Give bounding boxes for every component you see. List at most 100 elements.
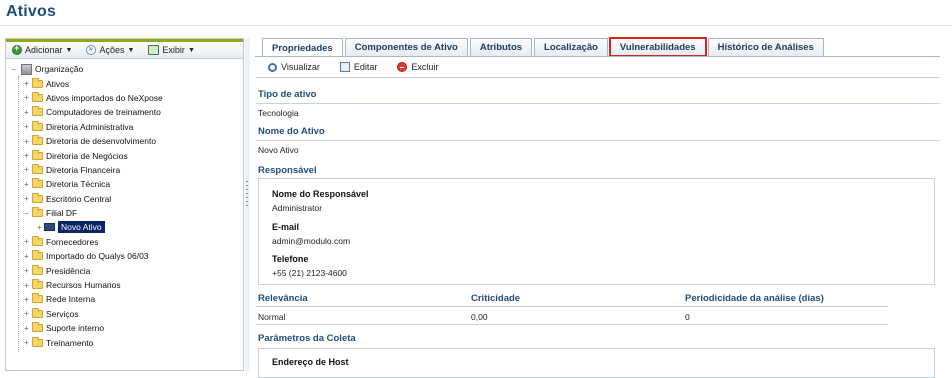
expand-icon[interactable]: +	[22, 324, 31, 333]
expand-icon[interactable]: +	[22, 108, 31, 117]
folder-icon	[32, 135, 43, 146]
view-icon	[148, 45, 160, 55]
tree-node[interactable]: + Suporte interno	[6, 321, 243, 335]
tree-node[interactable]: + Recursos Humanos	[6, 278, 243, 292]
delete-button[interactable]: Excluir	[397, 62, 438, 72]
tree-node-label: Diretoria de desenvolvimento	[46, 136, 157, 147]
expand-icon[interactable]: +	[22, 79, 31, 88]
collapse-icon[interactable]: −	[22, 209, 31, 218]
splitter-grip-icon[interactable]	[246, 181, 248, 209]
section-divider	[256, 103, 940, 104]
asset-tree: − Organização + Ativos + Ativos importados…	[6, 62, 243, 352]
tree-node[interactable]: + Presidência	[6, 263, 243, 277]
add-menu-button[interactable]: Adicionar ▼	[12, 43, 73, 55]
folder-icon	[32, 192, 43, 203]
tree-node-selected[interactable]: + Novo Ativo	[6, 220, 243, 234]
tab-componentes-de-ativo[interactable]: Componentes de Ativo	[344, 38, 468, 56]
tree-node-filial-df[interactable]: − Filial DF	[6, 206, 243, 220]
expand-icon[interactable]: +	[35, 223, 44, 232]
view-menu-button[interactable]: Exibir ▼	[148, 45, 195, 55]
expand-icon[interactable]: +	[22, 281, 31, 290]
actions-icon	[86, 44, 97, 55]
organization-icon	[21, 63, 32, 75]
tree-node[interactable]: + Diretoria de desenvolvimento	[6, 134, 243, 148]
tree-node-label: Suporte interno	[46, 323, 105, 334]
expand-icon[interactable]: +	[22, 137, 31, 146]
folder-icon	[32, 77, 43, 88]
email-label: E-mail	[272, 222, 300, 232]
collection-heading: Parâmetros da Coleta	[258, 333, 356, 344]
tree-node-label: Serviços	[46, 308, 79, 319]
asset-type-value: Tecnologia	[258, 108, 299, 118]
tree-node[interactable]: + Computadores de treinamento	[6, 105, 243, 119]
expand-icon[interactable]: +	[22, 151, 31, 160]
tree-node-label: Diretoria Técnica	[46, 179, 111, 190]
tree-node[interactable]: + Ativos importados do NeXpose	[6, 91, 243, 105]
tree-node[interactable]: + Rede Interna	[6, 292, 243, 306]
tab-atributos[interactable]: Atributos	[469, 38, 533, 56]
folder-icon	[32, 293, 43, 304]
tree-node-label: Diretoria Administrativa	[46, 121, 134, 132]
tree-node[interactable]: + Treinamento	[6, 335, 243, 349]
expand-icon[interactable]: +	[22, 237, 31, 246]
actions-menu-button[interactable]: Ações ▼	[86, 44, 135, 55]
tree-node[interactable]: + Diretoria Técnica	[6, 177, 243, 191]
tree-node-organizacao[interactable]: − Organização	[6, 62, 243, 76]
expand-icon[interactable]: +	[22, 194, 31, 203]
tab-localizacao[interactable]: Localização	[534, 38, 608, 56]
tree-node[interactable]: + Importado do Qualys 06/03	[6, 249, 243, 263]
tab-historico-de-analises[interactable]: Histórico de Análises	[707, 38, 824, 56]
asset-icon	[44, 223, 55, 232]
criticality-value: 0,00	[471, 312, 488, 322]
edit-icon	[339, 62, 350, 72]
tree-node-label: Computadores de treinamento	[46, 107, 161, 118]
expand-icon[interactable]: +	[22, 180, 31, 189]
folder-icon	[32, 322, 43, 333]
folder-icon	[32, 91, 43, 102]
edit-button[interactable]: Editar	[339, 62, 377, 72]
chevron-down-icon: ▼	[127, 46, 135, 54]
tree-node[interactable]: + Diretoria de Negócios	[6, 148, 243, 162]
tree-node-label: Recursos Humanos	[46, 280, 121, 291]
title-divider	[0, 25, 952, 26]
expand-icon[interactable]: +	[22, 295, 31, 304]
tree-node-label: Ativos importados do NeXpose	[46, 92, 163, 103]
folder-icon	[32, 279, 43, 290]
actions-menu-label: Ações	[99, 45, 125, 55]
chevron-down-icon: ▼	[65, 46, 73, 54]
expand-icon[interactable]: +	[22, 165, 31, 174]
tree-node-label: Novo Ativo	[58, 221, 105, 234]
add-icon	[12, 43, 22, 55]
folder-icon	[32, 120, 43, 131]
tab-propriedades[interactable]: Propriedades	[262, 38, 343, 57]
expand-icon[interactable]: +	[22, 338, 31, 347]
tree-node[interactable]: + Ativos	[6, 76, 243, 90]
tree-node-label: Rede Interna	[46, 294, 96, 305]
tree-node-label: Ativos	[46, 78, 70, 89]
tree-toolbar: Adicionar ▼ Ações ▼ Exibir ▼	[6, 42, 243, 59]
tree-node[interactable]: + Diretoria Financeira	[6, 163, 243, 177]
section-divider	[256, 140, 940, 141]
magnifier-icon	[268, 62, 277, 72]
tree-node[interactable]: + Serviços	[6, 307, 243, 321]
periodicity-value: 0	[685, 312, 690, 322]
folder-icon	[32, 235, 43, 246]
collapse-icon[interactable]: −	[9, 65, 18, 74]
expand-icon[interactable]: +	[22, 266, 31, 275]
add-menu-label: Adicionar	[25, 45, 63, 55]
folder-icon	[32, 106, 43, 117]
view-button-label: Visualizar	[281, 62, 320, 72]
panel-splitter[interactable]	[245, 38, 250, 371]
view-button[interactable]: Visualizar	[268, 62, 320, 72]
tree-node[interactable]: + Escritório Central	[6, 192, 243, 206]
section-divider	[256, 306, 888, 307]
tree-node[interactable]: + Diretoria Administrativa	[6, 120, 243, 134]
expand-icon[interactable]: +	[22, 93, 31, 102]
relevance-heading: Relevância	[258, 293, 308, 304]
tree-node[interactable]: + Fornecedores	[6, 235, 243, 249]
expand-icon[interactable]: +	[22, 122, 31, 131]
expand-icon[interactable]: +	[22, 252, 31, 261]
expand-icon[interactable]: +	[22, 309, 31, 318]
tree-node-label: Escritório Central	[46, 193, 112, 204]
tab-vulnerabilidades[interactable]: Vulnerabilidades	[608, 37, 707, 57]
